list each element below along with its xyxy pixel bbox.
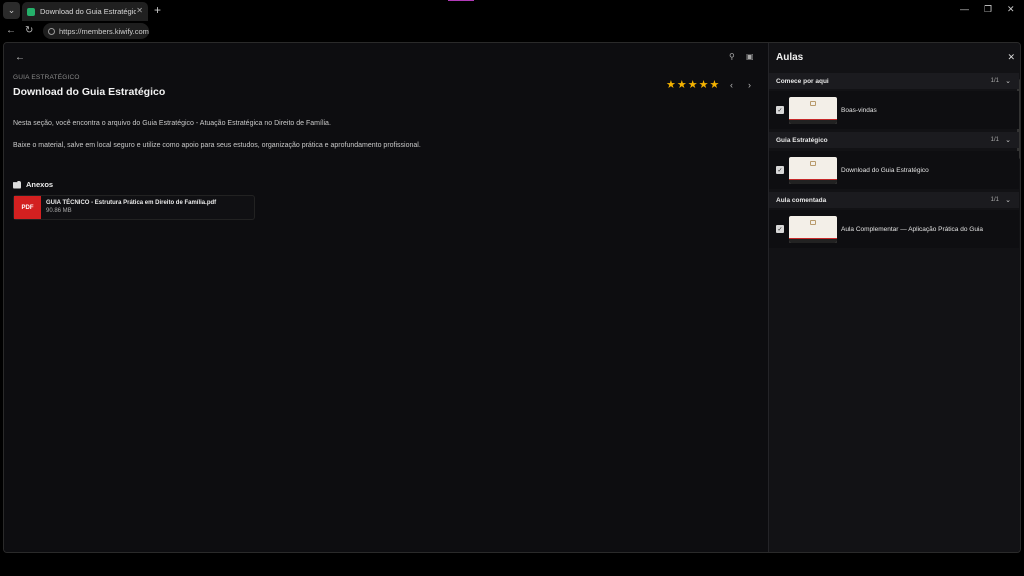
rating-stars[interactable]: ★ ★ ★ ★ ★ (666, 80, 719, 91)
chevron-down-icon[interactable]: ⌄ (1005, 77, 1011, 85)
window-accent (448, 0, 474, 1)
attachment-name: GUIA TÉCNICO - Estrutura Prática em Dire… (46, 200, 217, 206)
kiwify-favicon-icon (27, 7, 35, 16)
attachment-info: GUIA TÉCNICO - Estrutura Prática em Dire… (41, 196, 216, 219)
url-text: https://members.kiwify.com (59, 26, 149, 36)
attachments-icon (13, 180, 21, 189)
section-name: Aula comentada (776, 196, 827, 204)
back-icon[interactable]: ← (6, 25, 16, 36)
star-icon[interactable]: ★ (677, 80, 687, 91)
close-sidebar-icon[interactable]: ✕ (1007, 52, 1015, 63)
section-name: Comece por aqui (776, 77, 829, 85)
pdf-file-icon: PDF (14, 196, 41, 219)
section-header-guia-estrategico[interactable]: Guia Estratégico 1/1 ⌄ (769, 132, 1019, 148)
taskbar-area (0, 554, 1024, 576)
lesson-thumbnail (789, 215, 837, 243)
tab-list-chevron-icon[interactable]: ⌄ (3, 2, 20, 19)
completed-checkbox[interactable]: ✓ (776, 225, 784, 233)
completed-checkbox[interactable]: ✓ (776, 106, 784, 114)
lesson-item-aula-complementar[interactable]: ✓ Aula Complementar — Aplicação Prática … (769, 210, 1019, 248)
lesson-item-boas-vindas[interactable]: ✓ Boas-vindas (769, 91, 1019, 129)
window-close-icon[interactable]: ✕ (1007, 4, 1015, 15)
lesson-item-download-guia[interactable]: ✓ Download do Guia Estratégico (769, 151, 1019, 189)
thumb-footer (789, 119, 837, 124)
star-icon[interactable]: ★ (666, 80, 676, 91)
attachments-label: Anexos (26, 180, 54, 189)
browser-window: ⌄ Download do Guia Estratégico - Gu ✕ + … (0, 0, 1024, 576)
attachments-heading: Anexos (13, 180, 53, 189)
reload-icon[interactable]: ↻ (25, 25, 33, 36)
restore-icon[interactable]: ❐ (984, 4, 992, 15)
star-icon[interactable]: ★ (710, 80, 720, 91)
address-bar-row: ← ↻ https://members.kiwify.com (0, 21, 1024, 41)
url-field[interactable]: https://members.kiwify.com (43, 23, 149, 39)
logo-mark (810, 100, 816, 106)
section-header-comece-por-aqui[interactable]: Comece por aqui 1/1 ⌄ (769, 73, 1019, 89)
minimize-icon[interactable]: — (960, 4, 969, 14)
section-header-aula-comentada[interactable]: Aula comentada 1/1 ⌄ (769, 192, 1019, 208)
lessons-sidebar: Aulas ✕ Comece por aqui 1/1 ⌄ ✓ Boas-vin… (768, 43, 1020, 552)
section-count: 1/1 (990, 197, 999, 203)
next-lesson-icon[interactable]: › (748, 80, 751, 90)
star-icon[interactable]: ★ (699, 80, 709, 91)
description-paragraph-2: Baixe o material, salve em local seguro … (13, 142, 421, 149)
thumb-footer (789, 179, 837, 184)
site-info-icon[interactable] (48, 27, 55, 35)
tab-title: Download do Guia Estratégico - Gu (40, 7, 136, 16)
lesson-title: Boas-vindas (841, 106, 877, 114)
thumb-footer (789, 238, 837, 243)
lesson-title: Aula Complementar — Aplicação Prática do… (841, 225, 983, 233)
lesson-title: Download do Guia Estratégico (841, 166, 929, 174)
lesson-thumbnail (789, 96, 837, 124)
new-tab-plus-icon[interactable]: + (154, 3, 161, 17)
attachment-size: 90.86 MB (46, 208, 72, 214)
tab-strip: ⌄ Download do Guia Estratégico - Gu ✕ + … (0, 0, 1024, 21)
search-icon[interactable]: ⚲ (729, 52, 735, 61)
chevron-down-icon[interactable]: ⌄ (1005, 136, 1011, 144)
logo-mark (810, 219, 816, 225)
section-count: 1/1 (990, 78, 999, 84)
back-arrow-icon[interactable]: ← (15, 52, 25, 63)
section-count: 1/1 (990, 137, 999, 143)
page-title: Download do Guia Estratégico (13, 86, 166, 98)
browser-tab[interactable]: Download do Guia Estratégico - Gu ✕ (22, 2, 148, 21)
star-icon[interactable]: ★ (688, 80, 698, 91)
description-paragraph-1: Nesta seção, você encontra o arquivo do … (13, 120, 331, 127)
logo-mark (810, 160, 816, 166)
store-icon[interactable]: ▣ (746, 52, 754, 61)
lesson-content: ← ⚲ ▣ GUIA ESTRATÉGICO Download do Guia … (4, 43, 768, 552)
section-name: Guia Estratégico (776, 136, 828, 144)
completed-checkbox[interactable]: ✓ (776, 166, 784, 174)
tab-close-icon[interactable]: ✕ (136, 6, 143, 15)
previous-lesson-icon[interactable]: ‹ (730, 80, 733, 90)
page-viewport: ← ⚲ ▣ GUIA ESTRATÉGICO Download do Guia … (3, 42, 1021, 553)
sidebar-title: Aulas (776, 52, 804, 63)
module-eyebrow: GUIA ESTRATÉGICO (13, 74, 80, 81)
chevron-down-icon[interactable]: ⌄ (1005, 196, 1011, 204)
lesson-thumbnail (789, 156, 837, 184)
attachment-card[interactable]: PDF GUIA TÉCNICO - Estrutura Prática em … (13, 195, 255, 220)
